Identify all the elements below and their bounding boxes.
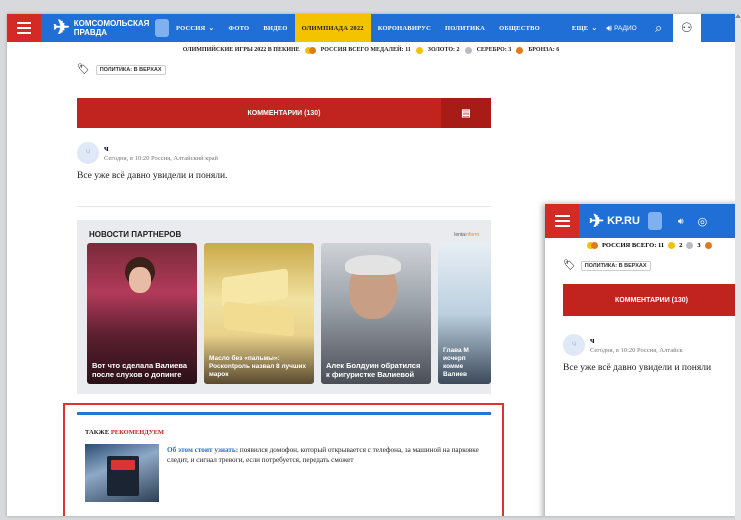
mobile-logo[interactable]: ✈ KP.RU [589,211,640,232]
tag-politics[interactable]: ПОЛИТИКА: В ВЕРХАХ [95,64,166,75]
mobile-medals-gold: 2 [679,242,683,249]
nav-items: РОССИЯ ⌄ ФОТО ВИДЕО ОЛИМПИАДА 2022 КОРОНА… [169,14,637,42]
medals-total: РОССИЯ ВСЕГО МЕДАЛЕЙ: 11 [320,47,411,53]
nav-item-politics[interactable]: ПОЛИТИКА [438,14,492,42]
mobile-comment-author: ч [590,336,595,345]
comment-icon: ▤ [441,98,491,128]
menu-icon[interactable] [7,14,41,42]
nav-item-olympiad[interactable]: ОЛИМПИАДА 2022 [294,14,371,42]
nav-item-coronavirus[interactable]: КОРОНАВИРУС [371,14,438,42]
partners-brand[interactable]: lentainform [454,232,479,238]
comment-meta: Сегодня, в 10:20 Россия, Алтайский край [104,155,218,162]
card-caption: Алек Болдуин обратился к фигуристке Вали… [326,361,421,379]
location-icon[interactable]: ◎ [698,215,708,228]
mobile-comment-text: Все уже всё давно увидели и поняли [563,363,712,373]
medals-silver: СЕРЕБРО: 3 [476,47,512,53]
bronze-medal-icon [516,46,524,54]
radio-icon: 🔊︎ [606,22,613,33]
mobile-medals-bar: РОССИЯ ВСЕГО: 11 2 3 [587,242,712,249]
nav-item-more[interactable]: ЕЩЕ ⌄ [565,14,605,42]
partners-title: НОВОСТИ ПАРТНЕРОВ [89,230,182,239]
tag-icon: 🏷︎ [563,260,576,271]
divider [77,206,491,207]
comment-author: ч [104,144,109,153]
chevron-down-icon: ⌄ [208,24,215,32]
card-caption: Масло без «пальмы»: Роскontроль назвал 8… [209,355,306,378]
top-navigation: ✈ Комсомольская правда РОССИЯ ⌄ ФОТО ВИДЕ… [7,14,735,42]
search-icon[interactable]: ⌕ [645,14,673,42]
mobile-article-tags: 🏷︎ ПОЛИТИКА: В ВЕРХАХ [563,260,651,271]
partner-card[interactable]: Масло без «пальмы»: Роскontроль назвал 8… [204,243,314,384]
silver-medal-icon [464,46,472,54]
flag-icon [304,46,316,54]
partner-card[interactable]: Алек Болдуин обратился к фигуристке Вали… [321,243,431,384]
bronze-medal-icon [704,242,712,249]
medals-bronze: БРОНЗА: 6 [528,47,560,53]
olympic-badge-icon [647,212,662,230]
gold-medal-icon [668,242,676,249]
logo-line1: Комсомольская [73,19,150,28]
partner-card[interactable]: Вот что сделала Валиева после слухов о д… [87,243,197,384]
logo-line2: правда [73,28,108,37]
mobile-tag-politics[interactable]: ПОЛИТИКА: В ВЕРХАХ [580,260,651,271]
partners-news-block: НОВОСТИ ПАРТНЕРОВ lentainform Вот что сд… [77,220,491,394]
olympics-title: ОЛИМПИЙСКИЕ ИГРЫ 2022 В ПЕКИНЕ [182,47,300,53]
mobile-preview: ✈ KP.RU 🔊︎ ◎ РОССИЯ ВСЕГО: 11 2 3 🏷︎ ПОЛИ… [545,204,735,516]
olympic-badge-icon [155,19,169,37]
nav-item-russia[interactable]: РОССИЯ ⌄ [169,14,221,42]
bird-logo-icon: ✈ [589,210,605,231]
mobile-medals-total: РОССИЯ ВСЕГО: 11 [602,242,665,249]
nav-item-society[interactable]: ОБЩЕСТВО [492,14,547,42]
nav-item-video[interactable]: ВИДЕО [256,14,294,42]
nav-item-photo[interactable]: ФОТО [221,14,256,42]
partner-card[interactable]: Глава М исчерп комме Валиев [438,243,491,384]
mobile-medals-silver: 3 [697,242,701,249]
mobile-top-navigation: ✈ KP.RU 🔊︎ ◎ [545,204,735,238]
flag-icon [587,242,598,249]
article-tags: 🏷︎ ПОЛИТИКА: В ВЕРХАХ [77,64,166,75]
user-icon[interactable]: ⚇ [672,14,701,42]
bird-logo-icon: ✈ [53,17,70,39]
highlight-box [63,403,504,516]
comment-text: Все уже всё давно увидели и поняли. [77,171,228,181]
avatar: Ч [77,142,99,164]
gold-medal-icon [415,46,423,54]
mobile-comment-meta: Сегодня, в 10:20 Россия, Алтайск [590,347,683,354]
scrollbar[interactable] [735,14,741,520]
medals-gold: ЗОЛОТО: 2 [427,47,460,53]
radio-button[interactable]: 🔊︎ РАДИО [606,23,636,34]
desktop-page: ✈ Комсомольская правда РОССИЯ ⌄ ФОТО ВИДЕ… [7,14,735,516]
tag-icon: 🏷︎ [77,64,90,75]
menu-icon[interactable] [545,204,579,238]
silver-medal-icon [686,242,694,249]
card-caption: Вот что сделала Валиева после слухов о д… [92,361,188,379]
olympics-bar: ОЛИМПИЙСКИЕ ИГРЫ 2022 В ПЕКИНЕ РОССИЯ ВС… [7,42,735,58]
radio-icon[interactable]: 🔊︎ [678,216,684,227]
chevron-down-icon: ⌄ [591,24,598,32]
avatar: Ч [563,334,585,356]
card-caption: Глава М исчерп комме Валиев [443,347,469,378]
mobile-comments-button[interactable]: КОММЕНТАРИИ (130) [563,284,735,316]
site-logo[interactable]: ✈ Комсомольская правда [53,18,169,38]
comments-button[interactable]: КОММЕНТАРИИ (130) ▤ [77,98,491,128]
